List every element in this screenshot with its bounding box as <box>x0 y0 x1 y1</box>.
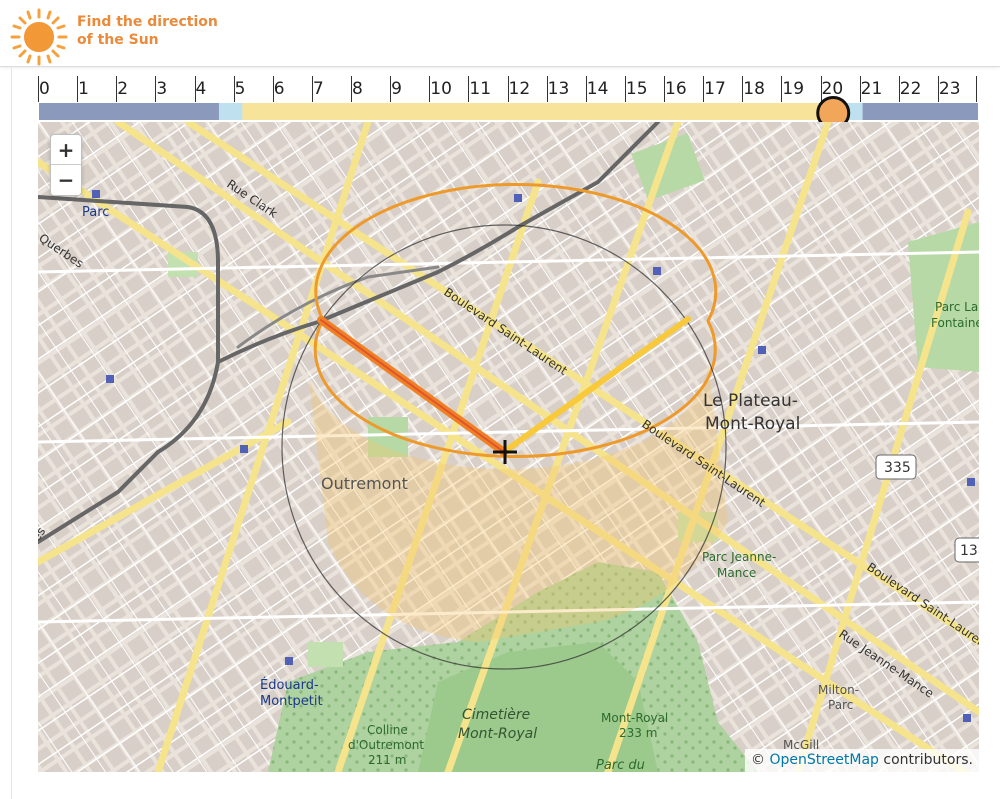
label-parc: Parc <box>82 205 109 220</box>
map-canvas[interactable]: Rue Clark Parc Querbes Boulevard Saint-L… <box>38 122 979 772</box>
label-cimetiere-2: Mont-Royal <box>458 726 537 742</box>
daylight-segment-night[interactable] <box>39 103 219 120</box>
copyright-symbol: © <box>751 752 766 768</box>
app-title-line1: Find the direction <box>77 14 218 30</box>
attribution-suffix: contributors. <box>878 752 973 768</box>
header: Find the direction of the Sun <box>0 0 1000 67</box>
daylight-segment-night[interactable] <box>862 103 978 120</box>
map[interactable]: Rue Clark Parc Querbes Boulevard Saint-L… <box>38 122 979 772</box>
left-divider <box>11 67 12 799</box>
sun-logo-icon[interactable] <box>10 8 68 66</box>
label-mont-royal-1: Mont-Royal <box>601 711 668 725</box>
map-attribution: © OpenStreetMap contributors. <box>745 749 979 772</box>
label-route-335: 335 <box>884 460 911 476</box>
label-edouard-2: Montpetit <box>260 694 323 709</box>
park-patch-5 <box>308 642 343 667</box>
label-milton-2: Parc <box>828 698 853 712</box>
zoom-in-button[interactable]: + <box>51 135 81 164</box>
label-edouard-1: Édouard- <box>260 677 319 693</box>
app-title: Find the direction of the Sun <box>77 13 218 49</box>
label-parc-jeanne-2: Mance <box>717 566 756 580</box>
label-mont-royal-2: 233 m <box>619 726 657 740</box>
label-parc-lafontaine-2: Fontaine <box>931 316 979 330</box>
daylight-segment-day[interactable] <box>242 103 845 120</box>
zoom-control: + − <box>50 134 82 196</box>
label-milton-1: Milton- <box>818 683 859 697</box>
label-plateau-2: Mont-Royal <box>705 414 800 434</box>
label-colline-1: Colline <box>367 723 408 737</box>
app-title-line2: of the Sun <box>77 32 159 48</box>
label-plateau-1: Le Plateau- <box>703 391 798 411</box>
label-outremont: Outremont <box>321 474 408 493</box>
label-parc-jeanne-1: Parc Jeanne- <box>702 550 776 564</box>
label-parc-lafontaine-1: Parc La <box>935 300 978 314</box>
daylight-segment-twilight[interactable] <box>218 103 243 120</box>
label-cimetiere-1: Cimetière <box>462 707 530 723</box>
zoom-out-button[interactable]: − <box>51 164 81 194</box>
label-colline-3: 211 m <box>368 753 406 767</box>
attribution-link[interactable]: OpenStreetMap <box>769 752 878 768</box>
label-colline-2: d'Outremont <box>348 738 424 752</box>
label-parc-du: Parc du <box>596 758 645 772</box>
label-route-138: 138 <box>960 543 979 559</box>
